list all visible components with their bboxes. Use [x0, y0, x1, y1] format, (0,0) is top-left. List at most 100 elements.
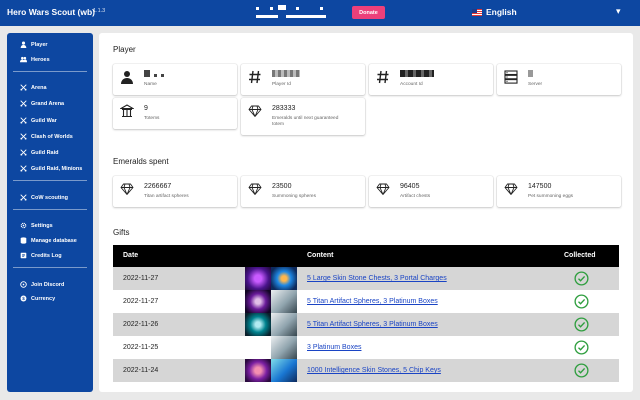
redacted-value: [154, 74, 157, 77]
gift-content-link[interactable]: 5 Titan Artifact Spheres, 3 Platinum Box…: [307, 321, 438, 328]
sidebar-item-manage-database[interactable]: Manage database: [20, 237, 77, 244]
sidebar-item-grand-arena[interactable]: Grand Arena: [20, 100, 64, 107]
card-label: Player Id: [272, 82, 291, 87]
sidebar-item-label: Arena: [31, 84, 47, 91]
sidebar-divider: [13, 267, 87, 268]
platinum-box-icon: [271, 290, 297, 313]
person-icon: [121, 71, 133, 84]
gift-date: 2022-11-25: [123, 344, 159, 351]
card-label: Totems: [144, 116, 160, 121]
swords-icon: [20, 165, 27, 172]
skin-stone-icon: [245, 359, 271, 382]
swords-icon: [20, 117, 27, 124]
chat-icon: [20, 281, 27, 288]
section-title-emeralds: Emeralds spent: [113, 157, 169, 166]
emeralds-card-titan-spheres: 2266667 Titan artifact spheres: [113, 176, 237, 207]
sidebar-item-join-discord[interactable]: Join Discord: [20, 281, 64, 288]
totems-card: 9 Totems: [113, 98, 237, 129]
card-label: Emeralds until next guaranteed totem: [272, 116, 339, 127]
column-header-date: Date: [123, 252, 139, 259]
database-icon: [20, 237, 27, 244]
sidebar-item-label: Heroes: [31, 56, 50, 63]
gifts-table: Date Content Collected 2022-11-27 5 Larg…: [113, 245, 619, 392]
titan-sphere-icon: [245, 313, 271, 336]
sidebar-item-credits-log[interactable]: Credits Log: [20, 252, 62, 259]
sidebar: Player Heroes Arena Grand Arena Guild Wa…: [7, 33, 93, 392]
sidebar-item-label: Join Discord: [31, 281, 65, 288]
table-row: 2022-11-24 1000 Intelligence Skin Stones…: [113, 359, 619, 382]
card-label: Name: [144, 82, 157, 87]
table-row: 2022-11-27 5 Titan Artifact Spheres, 3 P…: [113, 290, 619, 313]
sidebar-item-label: Credits Log: [31, 252, 62, 259]
titan-sphere-icon: [245, 290, 271, 313]
sidebar-item-label: Manage database: [31, 237, 77, 244]
redacted-value: [528, 70, 533, 77]
swords-icon: [20, 84, 27, 91]
caret-down-icon[interactable]: ▾: [616, 6, 621, 17]
sidebar-item-label: Settings: [31, 222, 53, 229]
redacted-value: [400, 70, 434, 77]
language-selector[interactable]: English: [472, 7, 517, 17]
check-circle-icon: [574, 340, 589, 355]
sidebar-item-guild-war[interactable]: Guild War: [20, 117, 57, 124]
gift-thumbnails: [245, 359, 297, 382]
card-value: 283333: [272, 105, 296, 112]
gift-content-link[interactable]: 5 Large Skin Stone Chests, 3 Portal Char…: [307, 275, 447, 282]
sidebar-item-cow-scouting[interactable]: CoW scouting: [20, 194, 68, 201]
check-circle-icon: [574, 294, 589, 309]
main-panel: Player Name Player Id Account Id Server …: [99, 33, 633, 392]
gem-icon: [248, 105, 262, 117]
chip-key-icon: [271, 359, 297, 382]
gift-date: 2022-11-27: [123, 275, 159, 282]
card-label: Summoning spheres: [272, 194, 316, 199]
sidebar-item-clash-of-worlds[interactable]: Clash of Worlds: [20, 133, 73, 140]
hash-icon: [249, 70, 261, 84]
app-title: Hero Wars Scout (wb): [7, 7, 95, 17]
sidebar-item-currency[interactable]: $ Currency: [20, 295, 55, 302]
gift-date: 2022-11-26: [123, 321, 159, 328]
sidebar-item-guild-raid[interactable]: Guild Raid: [20, 149, 59, 156]
sidebar-divider: [13, 180, 87, 181]
check-circle-icon: [574, 317, 589, 332]
platinum-box-icon: [271, 313, 297, 336]
gift-content-link[interactable]: 1000 Intelligence Skin Stones, 5 Chip Ke…: [307, 367, 441, 374]
gift-thumbnails: [245, 290, 297, 313]
card-label: Server: [528, 82, 543, 87]
sidebar-item-player[interactable]: Player: [20, 41, 48, 48]
table-row: 2022-11-27 5 Large Skin Stone Chests, 3 …: [113, 267, 619, 290]
sidebar-item-heroes[interactable]: Heroes: [20, 56, 50, 63]
card-label: Account Id: [400, 82, 423, 87]
sidebar-item-settings[interactable]: Settings: [20, 222, 53, 229]
temple-icon: [120, 104, 134, 118]
sidebar-item-arena[interactable]: Arena: [20, 84, 47, 91]
donate-button[interactable]: Donate: [352, 6, 385, 19]
server-card: Server: [497, 64, 621, 95]
skin-stone-chest-icon: [245, 267, 271, 290]
sidebar-item-guild-raid-minions[interactable]: Guild Raid, Minions: [20, 165, 82, 172]
table-header: Date Content Collected: [113, 245, 619, 267]
platinum-box-icon: [271, 336, 297, 359]
redacted-value: [272, 70, 300, 77]
gift-date: 2022-11-24: [123, 367, 159, 374]
redacted-value: [161, 74, 164, 77]
table-row: 2022-11-26 5 Titan Artifact Spheres, 3 P…: [113, 313, 619, 336]
emeralds-card-pet-eggs: 147500 Pet summoning eggs: [497, 176, 621, 207]
app-version: 1.1.3: [93, 8, 106, 14]
swords-icon: [20, 133, 27, 140]
gift-content-link[interactable]: 3 Platinum Boxes: [307, 344, 361, 351]
table-row: 2022-11-25 3 Platinum Boxes: [113, 336, 619, 359]
gift-date: 2022-11-27: [123, 298, 159, 305]
empty-thumb-slot: [245, 336, 271, 359]
card-label: Artifact chests: [400, 194, 431, 199]
app-header: Hero Wars Scout (wb) 1.1.3 Donate Englis…: [0, 0, 640, 26]
sidebar-item-label: Guild War: [31, 117, 57, 124]
gift-thumbnails: [245, 313, 297, 336]
gift-content-link[interactable]: 5 Titan Artifact Spheres, 3 Platinum Box…: [307, 298, 438, 305]
sidebar-item-label: Guild Raid, Minions: [31, 165, 83, 172]
account-id-card: Account Id: [369, 64, 493, 95]
swords-icon: [20, 194, 27, 201]
check-circle-icon: [574, 363, 589, 378]
card-value: 23500: [272, 183, 292, 190]
swords-icon: [20, 149, 27, 156]
sidebar-item-label: Clash of Worlds: [31, 133, 73, 140]
